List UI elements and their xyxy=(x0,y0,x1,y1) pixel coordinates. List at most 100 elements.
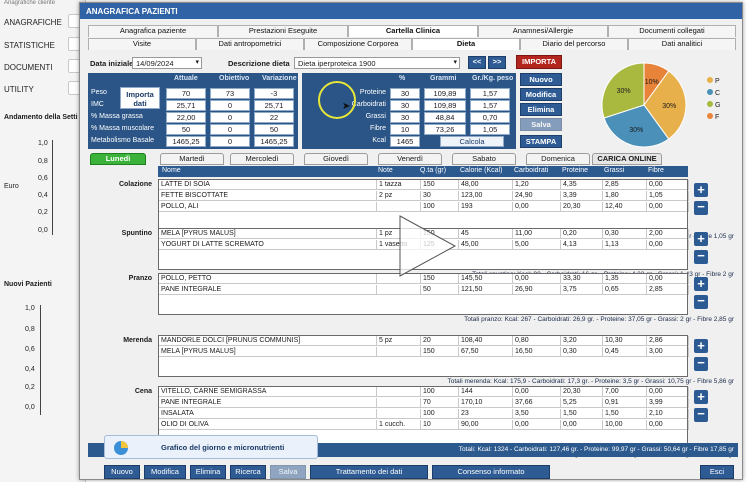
table-cell[interactable]: 0,00 xyxy=(647,274,689,284)
macro-cell[interactable]: 1,57 xyxy=(470,88,510,99)
table-cell[interactable]: 0,00 xyxy=(647,420,689,430)
table-row[interactable]: FETTE BISCOTTATE 2 pz 30 123,00 24,90 3,39 1,8… xyxy=(159,191,689,201)
table-cell[interactable]: 11,00 xyxy=(513,229,561,239)
elimina-side-button[interactable]: Elimina xyxy=(520,103,562,116)
table-cell[interactable]: 3,50 xyxy=(513,409,561,419)
table-cell[interactable]: 150 xyxy=(421,180,459,190)
table-cell[interactable] xyxy=(377,285,421,295)
day-tab-sabato[interactable]: Sabato xyxy=(452,153,516,165)
table-cell[interactable]: 108,40 xyxy=(459,336,513,346)
macro-cell[interactable]: 109,89 xyxy=(424,100,466,111)
tab-anamnesi-allergie[interactable]: Anamnesi/Allergie xyxy=(478,25,608,37)
anthro-cell[interactable]: -3 xyxy=(254,88,294,99)
add-row-icon[interactable]: + xyxy=(694,183,708,197)
nuovo-side-button[interactable]: Nuovo xyxy=(520,73,562,86)
tab-cartella-clinica[interactable]: Cartella Clinica xyxy=(348,25,478,37)
importa-dati-button[interactable]: Importa dati xyxy=(120,87,160,109)
table-cell[interactable]: 144 xyxy=(459,387,513,397)
macro-cell[interactable]: 48,84 xyxy=(424,112,466,123)
anthro-cell[interactable]: 25,71 xyxy=(254,100,294,111)
table-row[interactable]: LATTE DI SOIA 1 tazza 150 48,00 1,20 4,35 2,85… xyxy=(159,180,689,190)
table-cell[interactable]: 67,50 xyxy=(459,347,513,357)
table-cell[interactable] xyxy=(377,398,421,408)
table-cell[interactable]: 10,30 xyxy=(603,336,647,346)
table-cell[interactable]: 2,86 xyxy=(647,336,689,346)
table-cell[interactable]: 150 xyxy=(421,347,459,357)
table-cell[interactable]: PANE INTEGRALE xyxy=(159,285,377,295)
table-row[interactable]: OLIO DI OLIVA 1 cucch. 10 90,00 0,00 0,00 10,0… xyxy=(159,420,689,430)
date-input[interactable]: 14/09/2024 ▾ xyxy=(132,57,202,69)
table-cell[interactable]: 2,10 xyxy=(647,409,689,419)
table-row[interactable]: PANE INTEGRALE 70 170,10 37,66 5,25 0,91 3,99 xyxy=(159,398,689,408)
table-cell[interactable]: 37,66 xyxy=(513,398,561,408)
table-row[interactable]: VITELLO, CARNE SEMIGRASSA 100 144 0,00 20,30… xyxy=(159,387,689,397)
tab-dati-analitici[interactable]: Dati analitici xyxy=(628,38,736,50)
elimina-button[interactable]: Elimina xyxy=(190,465,226,479)
anthro-cell[interactable]: 0 xyxy=(210,112,250,123)
carica-online-button[interactable]: CARICA ONLINE xyxy=(592,153,662,165)
esci-button[interactable]: Esci xyxy=(700,465,734,479)
table-row[interactable]: PANE INTEGRALE 50 121,50 26,90 3,75 0,65 2,85 xyxy=(159,285,689,295)
table-cell[interactable]: 23 xyxy=(459,409,513,419)
remove-row-icon[interactable]: − xyxy=(694,200,708,215)
remove-row-icon[interactable]: − xyxy=(694,407,708,422)
day-tab-lunedi[interactable]: Lunedì xyxy=(90,153,146,165)
anthro-cell[interactable]: 0 xyxy=(210,100,250,111)
macro-cell[interactable]: 1465 xyxy=(390,136,420,147)
nav-documenti[interactable]: DOCUMENTI xyxy=(4,63,52,72)
macro-cell[interactable]: 1,05 xyxy=(470,124,510,135)
nuovo-button[interactable]: Nuovo xyxy=(104,465,140,479)
table-cell[interactable]: 145,50 xyxy=(459,274,513,284)
table-cell[interactable]: 20 xyxy=(421,336,459,346)
tab-prestazioni-eseguite[interactable]: Prestazioni Eseguite xyxy=(218,25,348,37)
tab-dati-antropometrici[interactable]: Dati antropometrici xyxy=(196,38,304,50)
table-cell[interactable]: 3,99 xyxy=(647,398,689,408)
table-cell[interactable]: 1 tazza xyxy=(377,180,421,190)
table-cell[interactable] xyxy=(377,347,421,357)
salva-side-button[interactable]: Salva xyxy=(520,118,562,131)
table-cell[interactable]: 193 xyxy=(459,202,513,212)
tab-documenti-collegati[interactable]: Documenti collegati xyxy=(608,25,736,37)
table-cell[interactable]: 123,00 xyxy=(459,191,513,201)
table-row[interactable]: MANDORLE DOLCI [PRUNUS COMMUNIS] 5 pz 20 10… xyxy=(159,336,689,346)
tab-dieta[interactable]: Dieta xyxy=(412,38,520,50)
table-cell[interactable]: 45 xyxy=(459,229,513,239)
remove-row-icon[interactable]: − xyxy=(694,294,708,309)
anthro-cell[interactable]: 0 xyxy=(210,136,250,147)
table-cell[interactable]: 2,85 xyxy=(647,285,689,295)
table-cell[interactable]: OLIO DI OLIVA xyxy=(159,420,377,430)
table-cell[interactable]: 1,20 xyxy=(513,180,561,190)
table-cell[interactable]: 3,75 xyxy=(561,285,603,295)
table-cell[interactable]: 2,00 xyxy=(647,229,689,239)
table-cell[interactable]: 5 pz xyxy=(377,336,421,346)
table-cell[interactable]: 0,30 xyxy=(603,229,647,239)
macro-cell[interactable]: 0,70 xyxy=(470,112,510,123)
tab-visite[interactable]: Visite xyxy=(88,38,196,50)
day-tab-domenica[interactable]: Domenica xyxy=(526,153,590,165)
macro-cell[interactable]: 109,89 xyxy=(424,88,466,99)
table-cell[interactable]: 48,00 xyxy=(459,180,513,190)
macro-cell[interactable]: 1,57 xyxy=(470,100,510,111)
table-cell[interactable]: 0,00 xyxy=(647,387,689,397)
table-cell[interactable]: 3,39 xyxy=(561,191,603,201)
add-row-icon[interactable]: + xyxy=(694,232,708,246)
table-cell[interactable]: 100 xyxy=(421,387,459,397)
table-cell[interactable]: 1,35 xyxy=(603,274,647,284)
desc-select[interactable]: Dieta iperproteica 1900 ▾ xyxy=(294,57,460,69)
anthro-cell[interactable]: 73 xyxy=(210,88,250,99)
table-cell[interactable]: 50 xyxy=(421,285,459,295)
table-cell[interactable]: 20,30 xyxy=(561,202,603,212)
meal-grid[interactable]: MANDORLE DOLCI [PRUNUS COMMUNIS] 5 pz 20 10… xyxy=(158,335,689,377)
importa-button[interactable]: IMPORTA xyxy=(516,55,562,69)
salva-button[interactable]: Salva xyxy=(270,465,306,479)
table-cell[interactable] xyxy=(377,409,421,419)
table-cell[interactable]: 3,00 xyxy=(647,347,689,357)
table-row[interactable]: INSALATA 100 23 3,50 1,50 1,50 2,10 xyxy=(159,409,689,419)
table-cell[interactable]: 26,90 xyxy=(513,285,561,295)
next-button[interactable]: >> xyxy=(488,56,506,69)
table-cell[interactable]: 0,00 xyxy=(647,180,689,190)
nav-anagrafiche[interactable]: ANAGRAFICHE xyxy=(4,18,62,27)
table-cell[interactable]: 16,50 xyxy=(513,347,561,357)
tab-anagrafica-paziente[interactable]: Anagrafica paziente xyxy=(88,25,218,37)
add-row-icon[interactable]: + xyxy=(694,277,708,291)
